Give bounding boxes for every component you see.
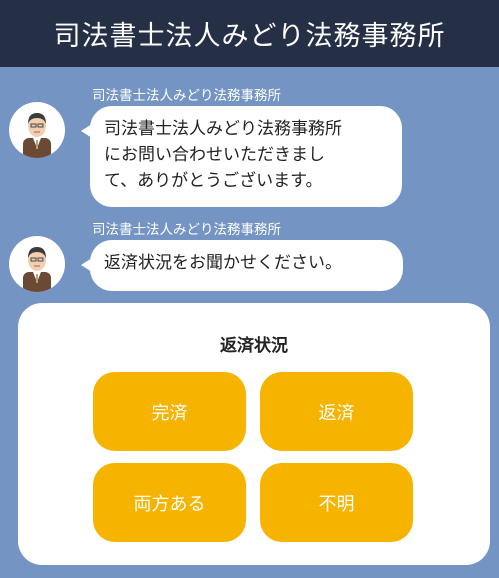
bubble-line: 返済状況をお聞かせください。: [104, 253, 342, 273]
header-title: 司法書士法人みどり法務事務所: [53, 21, 446, 52]
chat-bubble: 返済状況をお聞かせください。: [81, 240, 403, 291]
option-button-both[interactable]: 両方ある: [93, 463, 246, 542]
option-button-unknown[interactable]: 不明: [260, 463, 413, 542]
chat-bubble: 司法書士法人みどり法務事務所 にお問い合わせいただきまし て、ありがとうございま…: [81, 106, 402, 207]
panel-title: 返済状況: [220, 336, 288, 356]
choice-panel: 返済状況 完済 返済 両方ある 不明: [18, 303, 490, 565]
bubble-line: て、ありがとうございます。: [104, 171, 323, 191]
avatar: [9, 102, 65, 158]
app-header: 司法書士法人みどり法務事務所: [0, 0, 499, 67]
message-sender: 司法書士法人みどり法務事務所: [92, 222, 281, 238]
avatar: [9, 236, 65, 292]
option-button-paid-off[interactable]: 完済: [93, 372, 246, 451]
bubble-line: 司法書士法人みどり法務事務所: [104, 119, 342, 139]
message-sender: 司法書士法人みどり法務事務所: [92, 88, 281, 104]
bubble-line: にお問い合わせいただきまし: [104, 145, 325, 165]
option-button-repaying[interactable]: 返済: [260, 372, 413, 451]
